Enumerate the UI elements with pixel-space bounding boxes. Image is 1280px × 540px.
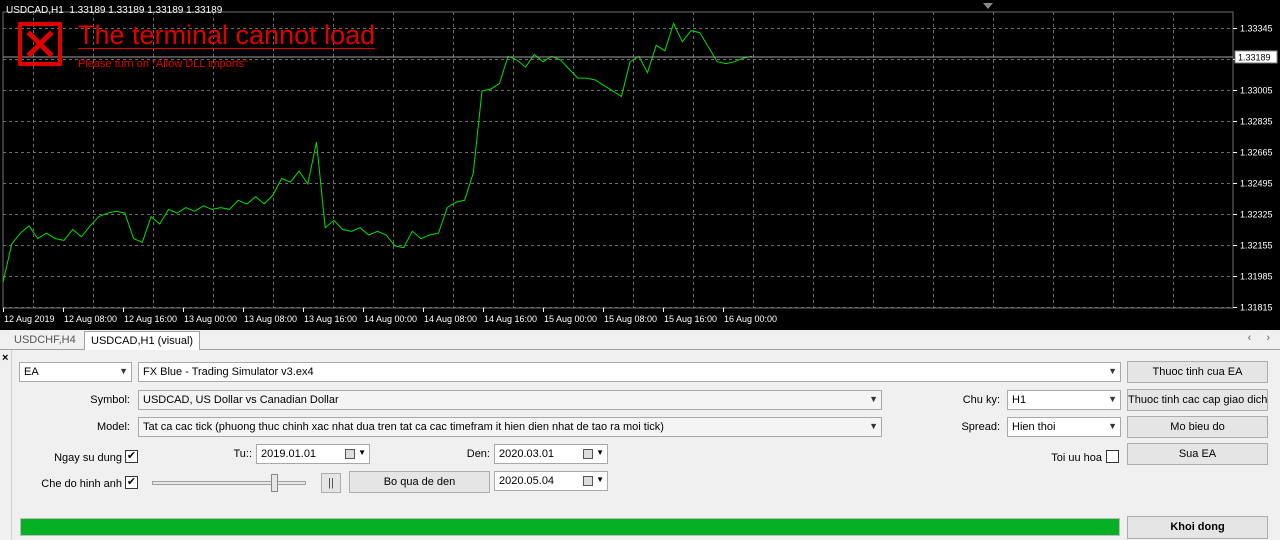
pause-button[interactable]: || xyxy=(321,473,341,493)
spread-value: Hien thoi xyxy=(1012,421,1056,433)
modify-expert-button[interactable]: Sua EA xyxy=(1127,443,1268,465)
chevron-down-icon: ▼ xyxy=(1108,421,1117,431)
y-tick-label: 1.32325 xyxy=(1240,210,1273,220)
x-tick-label: 15 Aug 00:00 xyxy=(544,314,597,324)
period-value: H1 xyxy=(1012,394,1027,406)
calendar-icon xyxy=(583,449,593,459)
model-value: Tat ca cac tick (phuong thuc chinh xac n… xyxy=(143,421,664,433)
optimization-label: Toi uu hoa xyxy=(1051,452,1102,464)
skip-date-value: 2020.05.04 xyxy=(499,475,555,487)
error-subtitle: Please turn on "Allow DLL imports" xyxy=(78,58,249,70)
close-icon[interactable]: × xyxy=(2,352,8,364)
symbol-properties-button[interactable]: Thuoc tinh cac cap giao dich xyxy=(1127,389,1268,411)
error-title: The terminal cannot load xyxy=(78,20,376,50)
visual-speed-slider[interactable] xyxy=(152,481,306,485)
x-tick-label: 12 Aug 08:00 xyxy=(64,314,117,324)
x-tick-label: 12 Aug 16:00 xyxy=(124,314,177,324)
panel-side-strip xyxy=(0,350,12,540)
chart-tab-strip: USDCHF,H4 USDCAD,H1 (visual) ‹ › xyxy=(0,330,1280,351)
mode-value: EA xyxy=(24,366,39,378)
y-tick-label: 1.32835 xyxy=(1240,117,1273,127)
spread-label: Spread: xyxy=(961,421,1000,433)
plot-frame xyxy=(2,11,1234,309)
use-date-checkbox[interactable]: ✔ xyxy=(125,450,138,463)
error-x-icon xyxy=(18,22,62,66)
symbol-value: USDCAD, US Dollar vs Canadian Dollar xyxy=(143,394,339,406)
period-label: Chu ky: xyxy=(962,394,1000,406)
from-date-label: Tu:: xyxy=(233,448,252,460)
y-tick-label: 1.31815 xyxy=(1240,303,1273,313)
slider-thumb[interactable] xyxy=(271,474,278,492)
x-tick-label: 13 Aug 16:00 xyxy=(304,314,357,324)
y-tick-label: 1.31985 xyxy=(1240,272,1273,282)
symbol-select[interactable]: USDCAD, US Dollar vs Canadian Dollar ▼ xyxy=(138,390,882,410)
x-tick-label: 14 Aug 00:00 xyxy=(364,314,417,324)
skip-date-picker[interactable]: 2020.05.04 ▼ xyxy=(494,471,608,491)
spread-select[interactable]: Hien thoi ▼ xyxy=(1007,417,1121,437)
optimization-checkbox[interactable] xyxy=(1106,450,1119,463)
x-tick-label: 15 Aug 08:00 xyxy=(604,314,657,324)
expert-value: FX Blue - Trading Simulator v3.ex4 xyxy=(143,366,314,378)
to-date-label: Den: xyxy=(466,448,490,460)
chevron-down-icon: ▼ xyxy=(869,421,878,431)
use-date-label: Ngay su dung xyxy=(54,452,122,464)
model-label: Model: xyxy=(96,421,130,433)
visual-mode-label: Che do hinh anh xyxy=(41,478,122,490)
x-tick-label: 14 Aug 16:00 xyxy=(484,314,537,324)
to-date-value: 2020.03.01 xyxy=(499,448,555,460)
tab-usdcad-h1-visual[interactable]: USDCAD,H1 (visual) xyxy=(84,331,201,351)
chevron-down-icon: ▼ xyxy=(119,366,128,376)
symbol-label: Symbol: xyxy=(90,394,130,406)
chevron-down-icon: ▼ xyxy=(869,394,878,404)
expert-properties-button[interactable]: Thuoc tinh cua EA xyxy=(1127,361,1268,383)
mode-select[interactable]: EA ▼ xyxy=(19,362,132,382)
chevron-down-icon: ▼ xyxy=(596,448,604,457)
start-button[interactable]: Khoi dong xyxy=(1127,516,1268,539)
y-tick-label: 1.32495 xyxy=(1240,179,1273,189)
x-tick-label: 13 Aug 00:00 xyxy=(184,314,237,324)
visual-mode-checkbox[interactable]: ✔ xyxy=(125,476,138,489)
calendar-icon xyxy=(345,449,355,459)
chevron-down-icon: ▼ xyxy=(1108,394,1117,404)
strategy-tester-panel: × EA ▼ FX Blue - Trading Simulator v3.ex… xyxy=(0,350,1280,540)
y-tick-label: 1.32155 xyxy=(1240,241,1273,251)
chevron-down-icon: ▼ xyxy=(1108,366,1117,376)
expert-select[interactable]: FX Blue - Trading Simulator v3.ex4 ▼ xyxy=(138,362,1121,382)
calendar-icon xyxy=(583,476,593,486)
chevron-down-icon: ▼ xyxy=(358,448,366,457)
period-select[interactable]: H1 ▼ xyxy=(1007,390,1121,410)
open-chart-button[interactable]: Mo bieu do xyxy=(1127,416,1268,438)
x-tick-label: 16 Aug 00:00 xyxy=(724,314,777,324)
from-date-picker[interactable]: 2019.01.01 ▼ xyxy=(256,444,370,464)
to-date-picker[interactable]: 2020.03.01 ▼ xyxy=(494,444,608,464)
y-tick-label: 1.32665 xyxy=(1240,148,1273,158)
x-tick-label: 12 Aug 2019 xyxy=(4,314,55,324)
x-tick-label: 14 Aug 08:00 xyxy=(424,314,477,324)
test-progress-bar xyxy=(20,518,1120,536)
tab-scroll-arrows[interactable]: ‹ › xyxy=(1248,332,1276,344)
model-select[interactable]: Tat ca cac tick (phuong thuc chinh xac n… xyxy=(138,417,882,437)
chart-shift-marker[interactable] xyxy=(983,3,993,9)
from-date-value: 2019.01.01 xyxy=(261,448,317,460)
chart-symbol-header: USDCAD,H1 1.33189 1.33189 1.33189 1.3318… xyxy=(6,5,223,16)
y-tick-label: 1.33345 xyxy=(1240,24,1273,34)
y-tick-label: 1.33005 xyxy=(1240,86,1273,96)
x-tick-label: 13 Aug 08:00 xyxy=(244,314,297,324)
chart-window[interactable]: 1.333451.331751.330051.328351.326651.324… xyxy=(0,0,1280,330)
skip-to-button[interactable]: Bo qua de den xyxy=(349,471,490,493)
current-price-label: 1.33189 xyxy=(1238,52,1271,62)
progress-fill xyxy=(21,519,1119,535)
chevron-down-icon: ▼ xyxy=(596,475,604,484)
tab-usdchf-h4[interactable]: USDCHF,H4 xyxy=(8,331,82,350)
x-tick-label: 15 Aug 16:00 xyxy=(664,314,717,324)
